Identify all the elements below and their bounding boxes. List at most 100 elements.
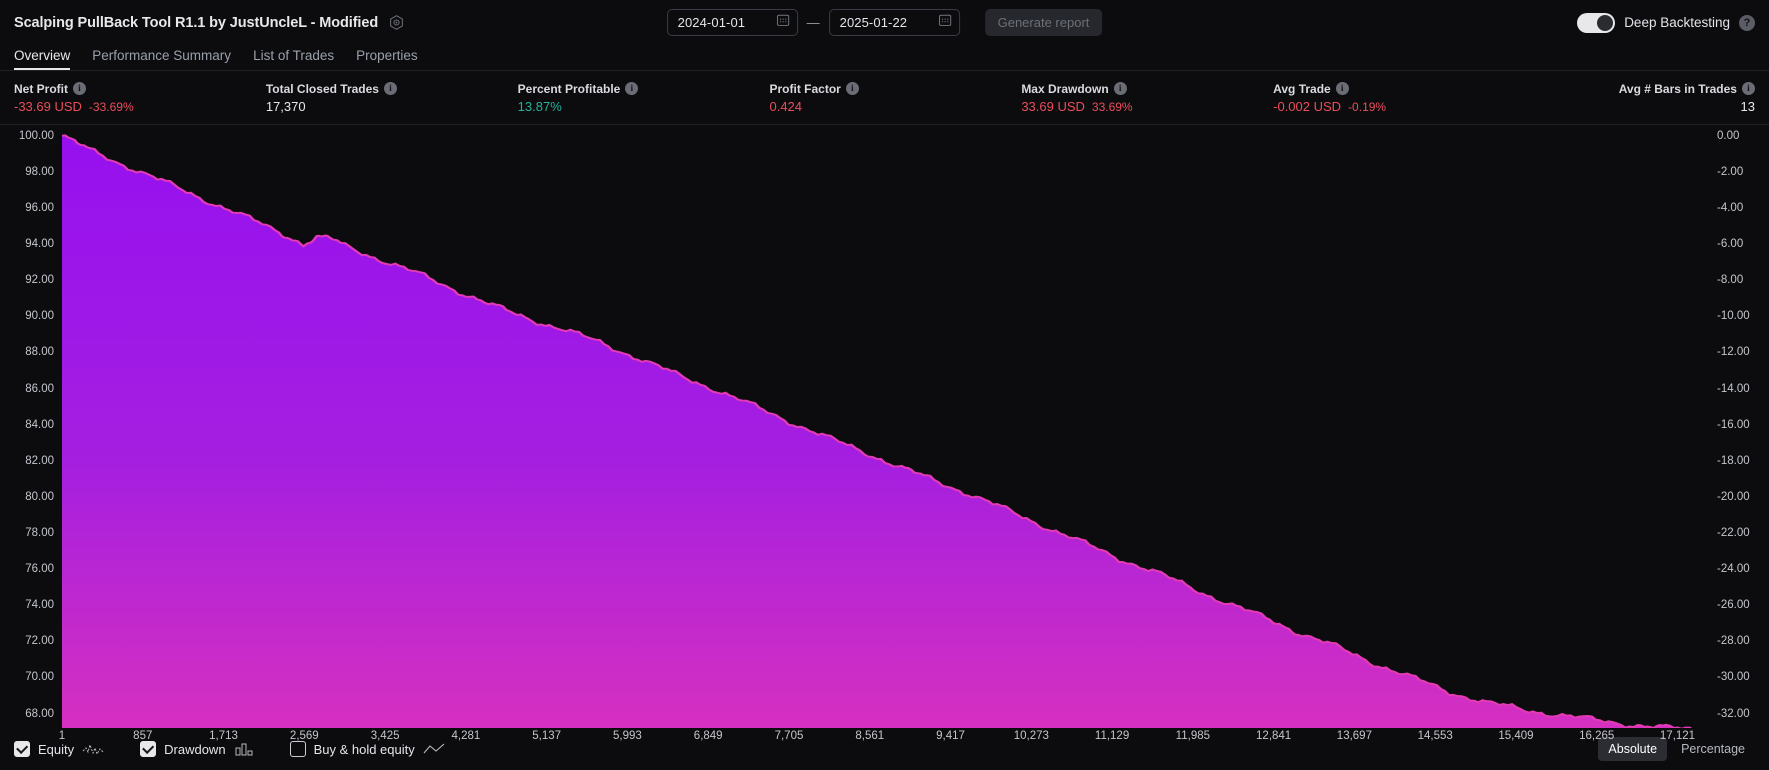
metric-primary-value: -33.69 USD bbox=[14, 98, 82, 114]
axis-tick-label: -16.00 bbox=[1717, 418, 1750, 431]
x-axis-tick-label: 16,265 bbox=[1579, 730, 1615, 742]
axis-tick-label: -22.00 bbox=[1717, 527, 1750, 540]
deep-backtesting-toggle[interactable] bbox=[1577, 12, 1616, 33]
equity-chart[interactable]: 100.00 98.00 96.00 94.00 92.00 90.00 88.00 86.0… bbox=[0, 125, 1769, 742]
metric-primary-value: 0.424 bbox=[769, 98, 803, 114]
axis-tick-label: -26.00 bbox=[1717, 599, 1750, 612]
x-axis-tick-label: 6,849 bbox=[693, 730, 723, 742]
axis-tick-label: -10.00 bbox=[1717, 310, 1750, 323]
x-axis-tick-label: 13,697 bbox=[1336, 730, 1372, 742]
axis-tick-label: 94.00 bbox=[25, 238, 54, 251]
metric-primary-value: 13 bbox=[1740, 98, 1755, 114]
metric-percent-profitable: Percent Profitable i 13.87% bbox=[518, 82, 770, 114]
metric-avg-bars-in-trades: Avg # Bars in Trades i 13 bbox=[1525, 82, 1755, 114]
info-icon[interactable]: i bbox=[1741, 82, 1755, 95]
x-axis-tick-label: 4,281 bbox=[451, 730, 481, 742]
axis-tick-label: -4.00 bbox=[1717, 202, 1744, 215]
metric-profit-factor: Profit Factor i 0.424 bbox=[769, 82, 1021, 114]
axis-tick-label: 72.00 bbox=[25, 635, 54, 648]
x-axis-tick-label: 1 bbox=[58, 730, 66, 742]
metric-secondary-value: 33.69% bbox=[1091, 99, 1133, 114]
calendar-icon[interactable] bbox=[776, 13, 790, 32]
x-axis-tick-label: 10,273 bbox=[1013, 730, 1049, 742]
axis-tick-label: 76.00 bbox=[25, 563, 54, 576]
axis-tick-label: 98.00 bbox=[25, 165, 54, 178]
axis-tick-label: 88.00 bbox=[25, 346, 54, 359]
y-axis-left: 100.00 98.00 96.00 94.00 92.00 90.00 88.00 86.0… bbox=[0, 125, 62, 728]
date-to-input[interactable]: 2025-01-22 bbox=[828, 9, 960, 36]
axis-tick-label: -28.00 bbox=[1717, 635, 1750, 648]
legend-item-equity[interactable]: Equity bbox=[14, 741, 104, 757]
metric-label: Avg Trade bbox=[1273, 81, 1331, 96]
toggle-knob bbox=[1597, 14, 1614, 31]
x-axis-tick-label: 857 bbox=[133, 730, 153, 742]
date-to-value: 2025-01-22 bbox=[839, 15, 908, 30]
axis-tick-label: 90.00 bbox=[25, 310, 54, 323]
x-axis-tick-label: 14,553 bbox=[1417, 730, 1453, 742]
calendar-icon[interactable] bbox=[938, 13, 952, 32]
metric-label: Net Profit bbox=[14, 81, 68, 96]
x-axis-tick-label: 2,569 bbox=[289, 730, 319, 742]
equity-checkbox[interactable] bbox=[14, 741, 30, 757]
help-icon[interactable]: ? bbox=[1739, 14, 1755, 31]
info-icon[interactable]: i bbox=[383, 82, 397, 95]
tab-bar: Overview Performance Summary List of Tra… bbox=[0, 45, 1769, 71]
date-range-controls: 2024-01-01 — 2025-01-22 Generate report bbox=[666, 9, 1103, 36]
header-bar: Scalping PullBack Tool R1.1 by JustUncle… bbox=[0, 0, 1769, 45]
x-axis-tick-label: 5,993 bbox=[613, 730, 642, 742]
x-axis-tick-label: 17,121 bbox=[1659, 730, 1696, 742]
axis-tick-label: 70.00 bbox=[25, 671, 54, 684]
axis-tick-label: 74.00 bbox=[25, 599, 54, 612]
generate-report-button[interactable]: Generate report bbox=[984, 9, 1103, 36]
info-icon[interactable]: i bbox=[1113, 82, 1127, 95]
axis-tick-label: -14.00 bbox=[1717, 382, 1750, 395]
axis-tick-label: 0.00 bbox=[1717, 129, 1740, 142]
tab-list-of-trades[interactable]: List of Trades bbox=[253, 48, 334, 70]
y-axis-right: 0.00 -2.00 -4.00 -6.00 -8.00 -10.00 -12.00 -14.… bbox=[1707, 125, 1769, 728]
axis-tick-label: -18.00 bbox=[1717, 454, 1750, 467]
x-axis-tick-label: 8,561 bbox=[855, 730, 885, 742]
axis-tick-label: 86.00 bbox=[25, 382, 54, 395]
axis-tick-label: -8.00 bbox=[1717, 274, 1744, 287]
gear-icon[interactable] bbox=[388, 14, 405, 31]
info-icon[interactable]: i bbox=[73, 82, 86, 95]
metrics-row: Net Profit i -33.69 USD -33.69% Total Cl… bbox=[0, 71, 1769, 125]
metric-primary-value: 17,370 bbox=[265, 98, 306, 114]
axis-tick-label: 68.00 bbox=[25, 707, 54, 720]
chart-plot-area[interactable] bbox=[62, 125, 1701, 728]
equity-area-series bbox=[62, 134, 1701, 728]
drawdown-bars-icon bbox=[234, 742, 254, 756]
axis-tick-label: 78.00 bbox=[25, 527, 54, 540]
x-axis-tick-label: 11,129 bbox=[1094, 730, 1130, 742]
info-icon[interactable]: i bbox=[625, 82, 639, 95]
axis-tick-label: -20.00 bbox=[1717, 490, 1750, 503]
equity-sparkline-icon bbox=[82, 742, 104, 756]
metric-label: Profit Factor bbox=[769, 81, 841, 96]
axis-tick-label: -2.00 bbox=[1717, 165, 1744, 178]
strategy-title-group: Scalping PullBack Tool R1.1 by JustUncle… bbox=[14, 14, 405, 31]
date-range-separator: — bbox=[806, 15, 820, 30]
date-from-input[interactable]: 2024-01-01 bbox=[666, 9, 798, 36]
strategy-tester-panel: Scalping PullBack Tool R1.1 by JustUncle… bbox=[0, 0, 1769, 770]
metric-label: Max Drawdown bbox=[1021, 81, 1109, 96]
axis-tick-label: 92.00 bbox=[25, 274, 54, 287]
date-from-value: 2024-01-01 bbox=[677, 15, 746, 30]
axis-tick-label: 84.00 bbox=[25, 418, 54, 431]
tab-properties[interactable]: Properties bbox=[356, 48, 418, 70]
metric-primary-value: 33.69 USD bbox=[1021, 98, 1085, 114]
info-icon[interactable]: i bbox=[845, 82, 859, 95]
metric-max-drawdown: Max Drawdown i 33.69 USD 33.69% bbox=[1021, 82, 1273, 114]
info-icon[interactable]: i bbox=[1335, 82, 1349, 95]
x-axis-tick-label: 5,137 bbox=[532, 730, 562, 742]
tab-overview[interactable]: Overview bbox=[14, 48, 71, 70]
metric-label: Total Closed Trades bbox=[265, 81, 379, 96]
deep-backtesting-group: Deep Backtesting ? bbox=[1577, 12, 1755, 33]
x-axis-tick-label: 7,705 bbox=[774, 730, 804, 742]
x-axis: 1 857 1,713 2,569 3,425 4,281 5,137 5,993 6,849 7… bbox=[58, 730, 1701, 752]
x-axis-tick-label: 1,713 bbox=[209, 730, 238, 742]
x-axis-tick-label: 9,417 bbox=[936, 730, 965, 742]
x-axis-tick-label: 11,985 bbox=[1175, 730, 1211, 742]
axis-tick-label: 80.00 bbox=[25, 490, 54, 503]
axis-tick-label: 96.00 bbox=[25, 202, 54, 215]
tab-performance-summary[interactable]: Performance Summary bbox=[92, 48, 231, 70]
